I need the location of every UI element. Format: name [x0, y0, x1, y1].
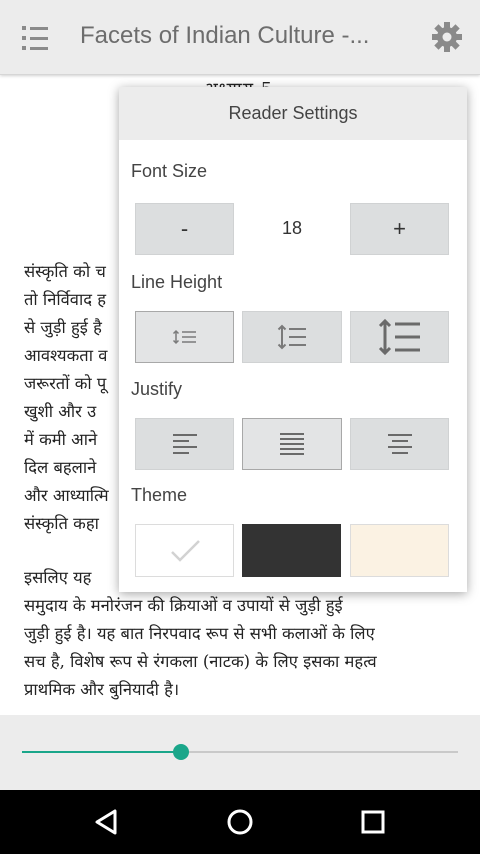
recents-square-icon: [361, 810, 385, 834]
progress-thumb[interactable]: [172, 744, 189, 760]
line-height-small-button[interactable]: [135, 311, 234, 363]
back-triangle-icon: [95, 809, 117, 835]
align-center-icon: [387, 434, 412, 454]
text-line: समुदाय के मनोरंजन की क्रियाओं व उपायों स…: [24, 596, 343, 615]
navigation-bar: [0, 790, 480, 854]
increase-font-button[interactable]: +: [350, 203, 449, 255]
progress-fill: [22, 751, 181, 753]
gear-icon: [432, 22, 462, 52]
decrease-font-label: -: [180, 216, 189, 241]
align-justify-button[interactable]: [242, 418, 342, 470]
text-line: सच है, विशेष रूप से रंगकला (नाटक) के लिए…: [24, 652, 377, 671]
menu-icon-row: [22, 36, 52, 40]
home-button[interactable]: [222, 804, 258, 840]
text-line: जुड़ी हुई है। यह बात निरपवाद रूप से सभी …: [24, 624, 375, 643]
line-height-large-button[interactable]: [350, 311, 449, 363]
text-line: प्राथमिक और बुनियादी है।: [24, 680, 180, 699]
back-button[interactable]: [89, 804, 125, 840]
line-height-large-icon: [378, 318, 420, 356]
align-justify-icon: [280, 433, 304, 455]
popup-title: Reader Settings: [119, 87, 467, 140]
line-height-small-icon: [172, 329, 196, 345]
checkmark-icon: [171, 540, 200, 562]
settings-button[interactable]: [430, 20, 464, 54]
align-left-button[interactable]: [135, 418, 234, 470]
theme-white-button[interactable]: [135, 524, 234, 577]
menu-icon-row: [22, 46, 52, 50]
theme-label: Theme: [131, 485, 188, 505]
menu-icon-row: [22, 26, 52, 30]
home-circle-icon: [227, 809, 253, 835]
theme-sepia-button[interactable]: [350, 524, 449, 577]
font-size-value: 18: [281, 218, 303, 238]
line-height-label: Line Height: [131, 272, 223, 292]
reader-settings-popup: Reader Settings Font Size - 18 + Line He…: [119, 87, 467, 592]
app-bar: Facets of Indian Culture -...: [0, 0, 480, 75]
align-center-button[interactable]: [350, 418, 449, 470]
decrease-font-button[interactable]: -: [135, 203, 234, 255]
line-height-medium-icon: [277, 324, 306, 350]
book-title: Facets of Indian Culture -...: [80, 22, 370, 49]
align-left-icon: [172, 434, 197, 454]
menu-button[interactable]: [20, 22, 54, 54]
font-size-label: Font Size: [131, 161, 208, 181]
line-height-medium-button[interactable]: [242, 311, 342, 363]
progress-slider[interactable]: [22, 744, 458, 760]
theme-dark-button[interactable]: [242, 524, 341, 577]
progress-area: [0, 715, 480, 790]
justify-label: Justify: [131, 379, 183, 399]
increase-font-label: +: [393, 216, 406, 241]
recents-button[interactable]: [355, 804, 391, 840]
